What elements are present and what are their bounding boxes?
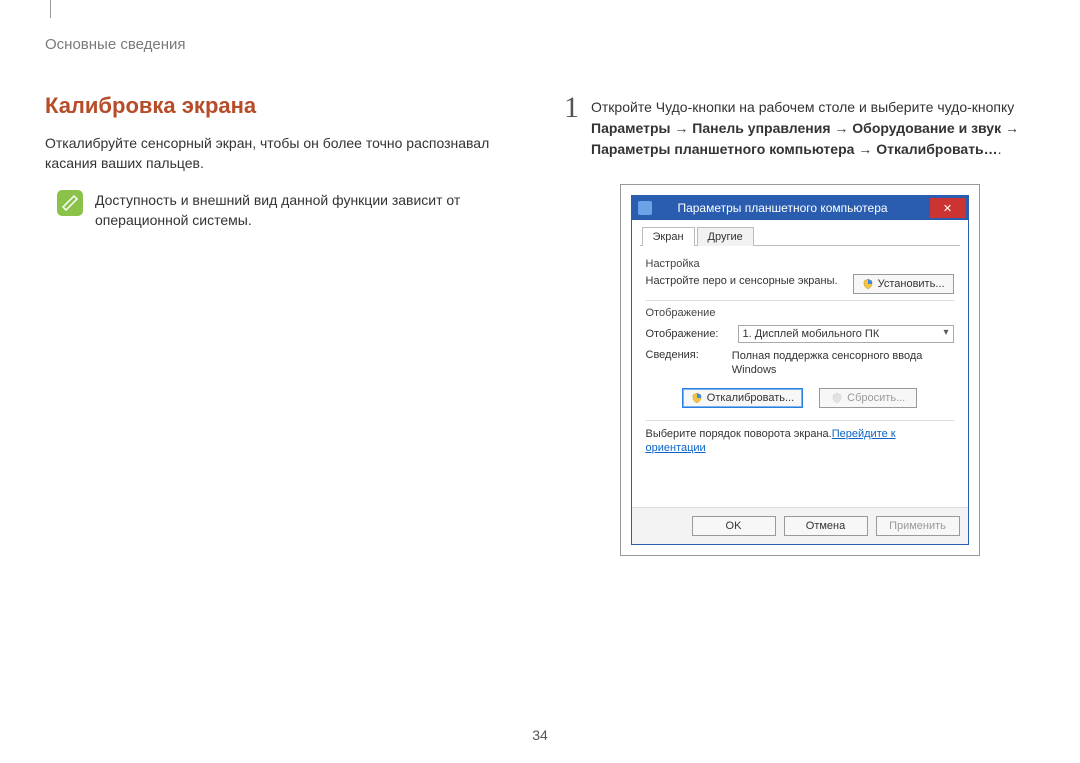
group-setup-label: Настройка <box>646 258 954 270</box>
close-icon: ✕ <box>943 202 952 215</box>
dialog-title: Параметры планшетного компьютера <box>677 201 887 215</box>
calibrate-button-label: Откалибровать... <box>707 392 794 404</box>
tablet-pc-settings-dialog: Параметры планшетного компьютера ✕ Экран… <box>631 195 969 545</box>
intro-text: Откалибруйте сенсорный экран, чтобы он б… <box>45 133 516 174</box>
rotation-text: Выберите порядок поворота экрана.Перейди… <box>646 427 954 456</box>
info-value: Полная поддержка сенсорного ввода Window… <box>732 349 954 378</box>
divider <box>646 300 954 301</box>
path-hardware: Оборудование и звук <box>852 120 1001 136</box>
arrow-icon: → <box>1001 120 1019 136</box>
cancel-button[interactable]: Отмена <box>784 516 868 536</box>
shield-icon <box>862 278 874 290</box>
right-column: 1 Откройте Чудо-кнопки на рабочем столе … <box>564 93 1035 556</box>
setup-button[interactable]: Установить... <box>853 274 954 294</box>
info-label: Сведения: <box>646 349 722 361</box>
note-text: Доступность и внешний вид данной функции… <box>95 190 516 231</box>
dialog-titlebar: Параметры планшетного компьютера ✕ <box>632 196 968 220</box>
dialog-title-icon <box>638 201 652 215</box>
dialog-tabs: Экран Другие <box>640 226 960 246</box>
divider <box>646 420 954 421</box>
dialog-screenshot-frame: Параметры планшетного компьютера ✕ Экран… <box>620 184 980 556</box>
tab-screen[interactable]: Экран <box>642 227 695 246</box>
display-label: Отображение: <box>646 328 728 340</box>
step-text-prefix: Откройте Чудо-кнопки на рабочем столе и … <box>591 99 1014 115</box>
arrow-icon: → <box>671 120 693 136</box>
setup-description: Настройте перо и сенсорные экраны. <box>646 274 838 288</box>
ok-button[interactable]: OK <box>692 516 776 536</box>
close-button[interactable]: ✕ <box>930 198 966 218</box>
page-number: 34 <box>0 727 1080 743</box>
path-control-panel: Панель управления <box>692 120 830 136</box>
group-display-label: Отображение <box>646 307 954 319</box>
note-block: Доступность и внешний вид данной функции… <box>57 190 516 231</box>
breadcrumb: Основные сведения <box>45 36 1035 53</box>
section-heading: Калибровка экрана <box>45 93 516 119</box>
path-param: Параметры <box>591 120 671 136</box>
left-column: Калибровка экрана Откалибруйте сенсорный… <box>45 93 516 556</box>
apply-button[interactable]: Применить <box>876 516 960 536</box>
rotation-prefix: Выберите порядок поворота экрана. <box>646 428 832 440</box>
note-icon <box>57 190 83 216</box>
reset-button-label: Сбросить... <box>847 392 905 404</box>
shield-icon <box>831 392 843 404</box>
path-calibrate: Откалибровать… <box>876 141 997 157</box>
path-tablet-settings: Параметры планшетного компьютера <box>591 141 854 157</box>
step-instruction: Откройте Чудо-кнопки на рабочем столе и … <box>591 93 1035 160</box>
step-period: . <box>998 141 1002 157</box>
shield-icon <box>691 392 703 404</box>
dialog-footer: OK Отмена Применить <box>632 507 968 544</box>
calibrate-button[interactable]: Откалибровать... <box>682 388 803 408</box>
display-select[interactable]: 1. Дисплей мобильного ПК <box>738 325 954 343</box>
tab-other[interactable]: Другие <box>697 227 754 246</box>
page-top-mark <box>50 0 51 18</box>
arrow-icon: → <box>831 120 853 136</box>
setup-button-label: Установить... <box>878 278 945 290</box>
arrow-icon: → <box>854 141 876 157</box>
step-number: 1 <box>564 93 579 123</box>
reset-button[interactable]: Сбросить... <box>819 388 917 408</box>
